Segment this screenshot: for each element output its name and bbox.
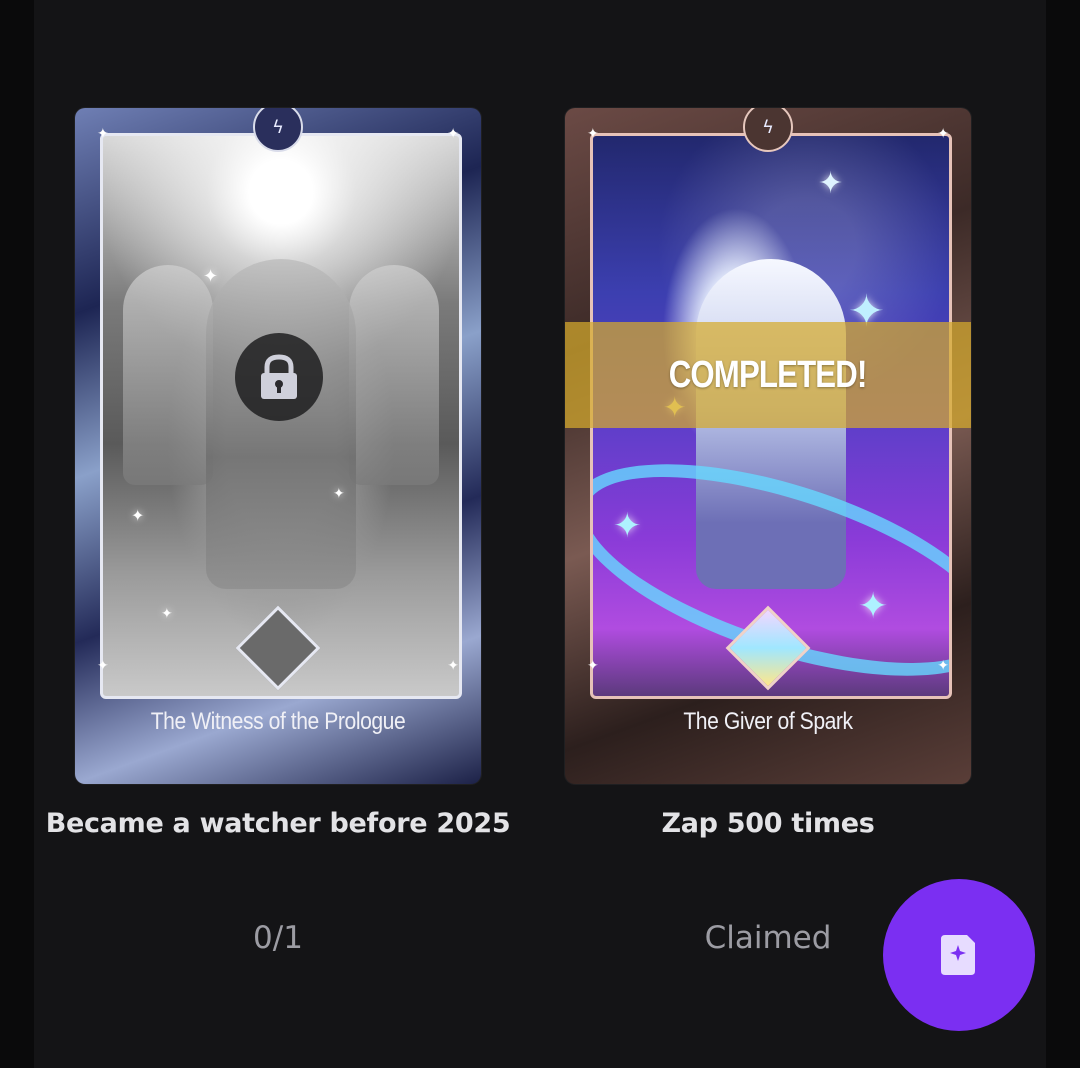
sparkle-icon: ✦: [333, 486, 345, 502]
lock-icon: [235, 333, 323, 421]
sparkle-icon: ✦: [858, 586, 889, 627]
sparkle-icon: ✦: [161, 606, 173, 622]
sparkle-icon: ✦: [131, 506, 145, 525]
hooded-figure-left: [123, 264, 213, 485]
corner-star-icon: ✦: [97, 658, 109, 674]
corner-star-icon: ✦: [97, 126, 109, 142]
badge-card-witness[interactable]: ✦ ✦ ✦ ✦ ϟ ✦ ✦ ✦ ✦ The Witness of the Pro…: [75, 108, 481, 784]
corner-star-icon: ✦: [447, 126, 459, 142]
sparkle-icon: ✦: [203, 266, 219, 287]
badge-progress: 0/1: [253, 920, 303, 956]
hooded-figure-right: [349, 264, 439, 485]
badge-requirement: Became a watcher before 2025: [45, 808, 511, 839]
floating-action-button[interactable]: [883, 879, 1035, 1031]
corner-star-icon: ✦: [447, 658, 459, 674]
completed-banner: COMPLETED!: [565, 322, 971, 428]
sparkle-icon: ✦: [613, 506, 642, 546]
badge-card-spark[interactable]: ✦ ✦ ✦ ✦ ✦ ϟ ✦ ✦ ✦ ✦ COMPLETED! The Giver…: [565, 108, 971, 784]
card-title: The Witness of the Prologue: [150, 708, 406, 735]
corner-star-icon: ✦: [587, 658, 599, 674]
hooded-figure-center: [206, 259, 356, 590]
corner-star-icon: ✦: [937, 658, 949, 674]
corner-star-icon: ✦: [587, 126, 599, 142]
sparkle-document-icon: [941, 935, 975, 975]
sparkle-icon: ✦: [818, 166, 844, 201]
completed-banner-text: COMPLETED!: [669, 353, 868, 396]
card-title: The Giver of Spark: [683, 708, 853, 735]
corner-star-icon: ✦: [937, 126, 949, 142]
badge-requirement: Zap 500 times: [661, 808, 875, 839]
